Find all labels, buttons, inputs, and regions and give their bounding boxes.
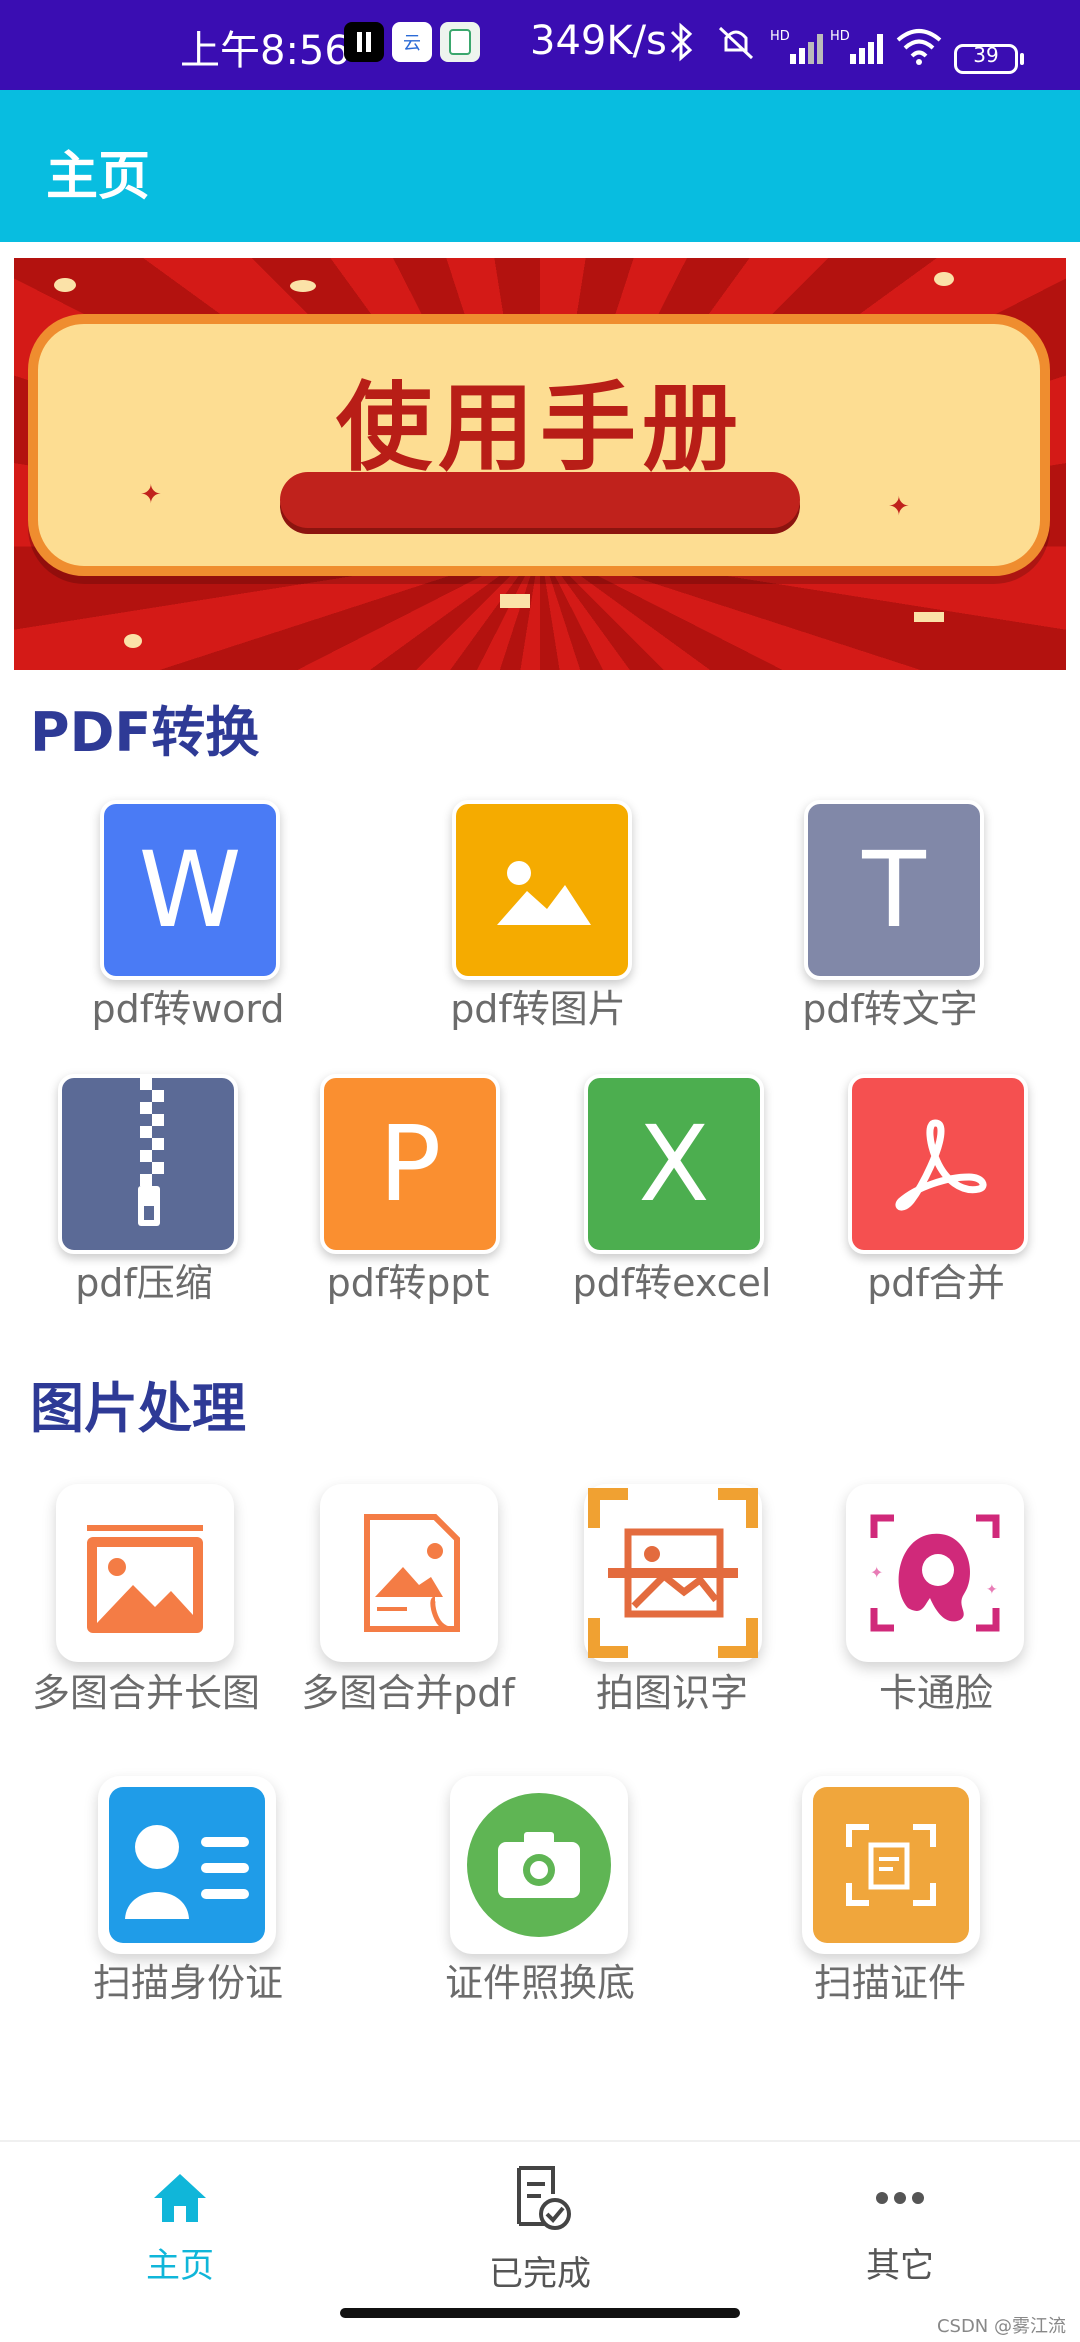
more-dots-icon	[876, 2192, 924, 2204]
nav-other[interactable]: 其它	[780, 2170, 1020, 2287]
image-to-pdf-icon	[364, 1514, 460, 1632]
scan-document-icon	[813, 1787, 969, 1943]
acrobat-icon	[848, 1074, 1028, 1254]
cartoon-face-label: 卡通脸	[878, 1671, 993, 1715]
pdf-to-excel-label: pdf转excel	[572, 1261, 772, 1305]
scan-id-card-label: 扫描身份证	[92, 1961, 283, 2005]
word-icon: W	[100, 800, 280, 980]
scan-image-icon	[588, 1488, 758, 1658]
image-icon	[452, 800, 632, 980]
status-time: 上午8:56	[180, 28, 350, 74]
camera-icon	[467, 1793, 611, 1937]
pdf-to-text-tile[interactable]: T	[804, 800, 984, 980]
mute-icon	[714, 20, 758, 68]
pdf-compress-tile[interactable]	[58, 1074, 238, 1254]
nav-completed[interactable]: 已完成	[420, 2164, 660, 2295]
pause-icon	[344, 22, 384, 62]
notes-app-icon	[440, 22, 480, 62]
excel-letter: X	[638, 1103, 710, 1225]
user-manual-banner[interactable]: ✦ ✦ 使用手册	[14, 258, 1066, 670]
id-photo-background-tile[interactable]	[450, 1776, 628, 1954]
scan-certificate-tile[interactable]	[802, 1776, 980, 1954]
nav-home-label: 主页	[146, 2246, 214, 2286]
text-icon: T	[804, 800, 984, 980]
banner-title: 使用手册	[336, 372, 744, 484]
pdf-to-image-label: pdf转图片	[450, 987, 626, 1031]
image-section-heading: 图片处理	[30, 1377, 246, 1440]
pdf-merge-label: pdf合并	[867, 1261, 1005, 1305]
app-bar: 主页	[0, 90, 1080, 242]
scan-certificate-label: 扫描证件	[813, 1961, 966, 2005]
banner-ribbon	[280, 472, 800, 528]
nav-home[interactable]: 主页	[60, 2170, 300, 2287]
pdf-section-heading: PDF转换	[30, 701, 260, 764]
status-bar: 上午8:56 云 349K/s HD HD 39	[0, 0, 1080, 90]
pdf-to-text-label: pdf转文字	[802, 987, 978, 1031]
home-icon	[154, 2174, 206, 2222]
photo-ocr-label: 拍图识字	[595, 1671, 748, 1715]
nav-completed-label: 已完成	[489, 2254, 591, 2294]
pdf-to-word-label: pdf转word	[91, 987, 285, 1031]
wifi-icon	[894, 26, 944, 70]
cartoon-face-icon: ✦ ✦	[870, 1514, 1000, 1632]
stacked-images-icon	[87, 1525, 203, 1633]
zip-icon	[58, 1074, 238, 1254]
pdf-compress-label: pdf压缩	[75, 1261, 213, 1305]
page-title: 主页	[46, 147, 151, 207]
text-letter: T	[862, 829, 926, 951]
merge-images-pdf-tile[interactable]	[320, 1484, 498, 1662]
signal-icon-2: HD	[830, 26, 886, 70]
sparkle-icon: ✦	[888, 492, 910, 522]
signal-icon-1: HD	[770, 26, 826, 70]
scan-id-card-tile[interactable]	[98, 1776, 276, 1954]
signal-hd-label-1: HD	[770, 29, 790, 44]
word-letter: W	[138, 829, 242, 951]
ppt-icon: P	[320, 1074, 500, 1254]
photo-ocr-tile[interactable]	[584, 1484, 762, 1662]
watermark: CSDN @雾江流	[936, 2316, 1066, 2337]
svg-text:✦: ✦	[870, 1563, 883, 1582]
nav-other-label: 其它	[866, 2246, 934, 2286]
pdf-merge-tile[interactable]	[848, 1074, 1028, 1254]
pdf-to-word-tile[interactable]: W	[100, 800, 280, 980]
cartoon-face-tile[interactable]: ✦ ✦	[846, 1484, 1024, 1662]
id-photo-background-label: 证件照换底	[444, 1961, 635, 2005]
merge-long-image-tile[interactable]	[56, 1484, 234, 1662]
bluetooth-icon	[664, 20, 700, 68]
net-speed: 349K/s	[530, 18, 667, 64]
home-indicator[interactable]	[340, 2308, 740, 2318]
pdf-to-ppt-label: pdf转ppt	[326, 1261, 490, 1305]
merge-long-image-label: 多图合并长图	[31, 1671, 260, 1715]
cloud-app-icon: 云	[392, 22, 432, 62]
excel-icon: X	[584, 1074, 764, 1254]
svg-text:✦: ✦	[986, 1582, 998, 1598]
merge-images-pdf-label: 多图合并pdf	[301, 1671, 515, 1715]
document-check-icon	[517, 2166, 571, 2230]
pdf-to-excel-tile[interactable]: X	[584, 1074, 764, 1254]
signal-hd-label-2: HD	[830, 29, 850, 44]
battery-level: 39	[973, 43, 999, 67]
svg-text:云: 云	[403, 33, 421, 54]
id-card-icon	[109, 1787, 265, 1943]
pdf-to-ppt-tile[interactable]: P	[320, 1074, 500, 1254]
ppt-letter: P	[378, 1103, 442, 1225]
pdf-to-image-tile[interactable]	[452, 800, 632, 980]
